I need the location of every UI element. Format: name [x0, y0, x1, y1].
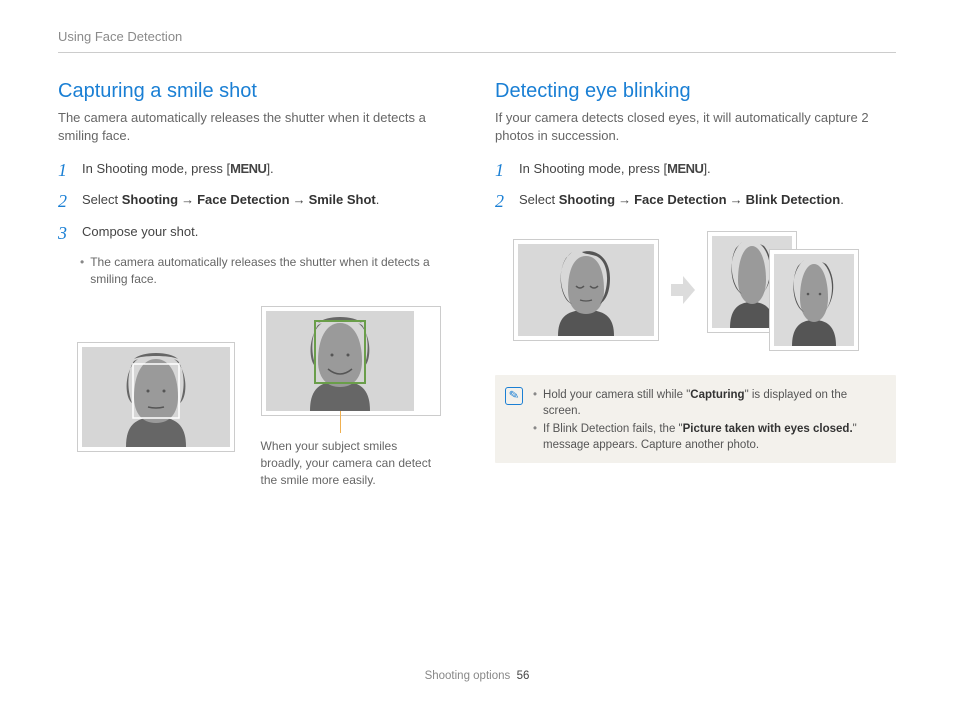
- caption-smile: When your subject smiles broadly, your c…: [261, 438, 441, 488]
- tip-box: ✎ Hold your camera still while "Capturin…: [495, 375, 896, 463]
- step-body: Select Shooting→Face Detection→Smile Sho…: [82, 191, 379, 213]
- tip-item: Hold your camera still while "Capturing"…: [533, 387, 886, 419]
- image-row-blink: [495, 231, 896, 349]
- path-part: Face Detection: [197, 192, 289, 207]
- step-number: 2: [58, 191, 78, 213]
- text: In Shooting mode, press [: [82, 161, 230, 176]
- arrow-icon: →: [290, 192, 309, 207]
- footer-section-label: Shooting options: [425, 670, 511, 682]
- text: Hold your camera still while ": [543, 389, 690, 401]
- text: .: [840, 192, 844, 207]
- section-heading-blink: Detecting eye blinking: [495, 77, 896, 105]
- illustration-eyes-closed: [513, 239, 659, 341]
- text-bold: Capturing: [690, 389, 744, 401]
- face-svg: [518, 244, 654, 336]
- path-part: Shooting: [122, 192, 178, 207]
- intro-text-smile: The camera automatically releases the sh…: [58, 109, 459, 145]
- path-part: Blink Detection: [746, 192, 841, 207]
- step-1-blink: 1 In Shooting mode, press [MENU].: [495, 160, 896, 182]
- arrow-icon: →: [615, 192, 634, 207]
- illustration-face-neutral: [77, 342, 235, 452]
- intro-text-blink: If your camera detects closed eyes, it w…: [495, 109, 896, 145]
- step-1-smile: 1 In Shooting mode, press [MENU].: [58, 160, 459, 182]
- right-column: Detecting eye blinking If your camera de…: [495, 77, 896, 488]
- text: ].: [266, 161, 273, 176]
- path-part: Shooting: [559, 192, 615, 207]
- menu-key-icon: MENU: [667, 161, 703, 176]
- breadcrumb: Using Face Detection: [58, 28, 896, 53]
- text: If Blink Detection fails, the ": [543, 423, 683, 435]
- stack-photo-front: [769, 249, 859, 351]
- text: ].: [703, 161, 710, 176]
- text: .: [376, 192, 380, 207]
- step-number: 2: [495, 191, 515, 213]
- tip-item: If Blink Detection fails, the "Picture t…: [533, 421, 886, 453]
- bullet-note: The camera automatically releases the sh…: [80, 254, 459, 288]
- face-svg: [774, 254, 854, 346]
- menu-key-icon: MENU: [230, 161, 266, 176]
- step-number: 1: [58, 160, 78, 182]
- step-body: Compose your shot.: [82, 223, 198, 245]
- text-bold: Picture taken with eyes closed.: [683, 423, 853, 435]
- face-svg: [82, 347, 230, 447]
- path-part: Face Detection: [634, 192, 726, 207]
- illustration-face-smiling: [261, 306, 441, 416]
- text: Select: [82, 192, 122, 207]
- step-2-blink: 2 Select Shooting→Face Detection→Blink D…: [495, 191, 896, 213]
- image-row-smile: When your subject smiles broadly, your c…: [58, 306, 459, 488]
- arrow-icon: →: [178, 192, 197, 207]
- callout-line: [340, 411, 341, 433]
- illustration-two-photos: [707, 231, 879, 349]
- step-body: In Shooting mode, press [MENU].: [519, 160, 711, 182]
- page-number: 56: [517, 670, 530, 682]
- step-3-smile: 3 Compose your shot.: [58, 223, 459, 245]
- text: Select: [519, 192, 559, 207]
- path-part: Smile Shot: [309, 192, 376, 207]
- left-column: Capturing a smile shot The camera automa…: [58, 77, 459, 488]
- step-2-smile: 2 Select Shooting→Face Detection→Smile S…: [58, 191, 459, 213]
- bullet-text: The camera automatically releases the sh…: [90, 254, 459, 288]
- note-icon: ✎: [505, 387, 523, 405]
- page-footer: Shooting options 56: [0, 668, 954, 684]
- step-body: Select Shooting→Face Detection→Blink Det…: [519, 191, 844, 213]
- step-number: 1: [495, 160, 515, 182]
- step-body: In Shooting mode, press [MENU].: [82, 160, 274, 182]
- section-heading-smile: Capturing a smile shot: [58, 77, 459, 105]
- arrow-icon: →: [727, 192, 746, 207]
- tip-list: Hold your camera still while "Capturing"…: [533, 385, 886, 455]
- text: In Shooting mode, press [: [519, 161, 667, 176]
- face-svg: [266, 311, 414, 411]
- arrow-right-icon: [669, 270, 697, 310]
- illustration-col-right: When your subject smiles broadly, your c…: [261, 306, 441, 488]
- step-number: 3: [58, 223, 78, 245]
- two-column-layout: Capturing a smile shot The camera automa…: [58, 77, 896, 488]
